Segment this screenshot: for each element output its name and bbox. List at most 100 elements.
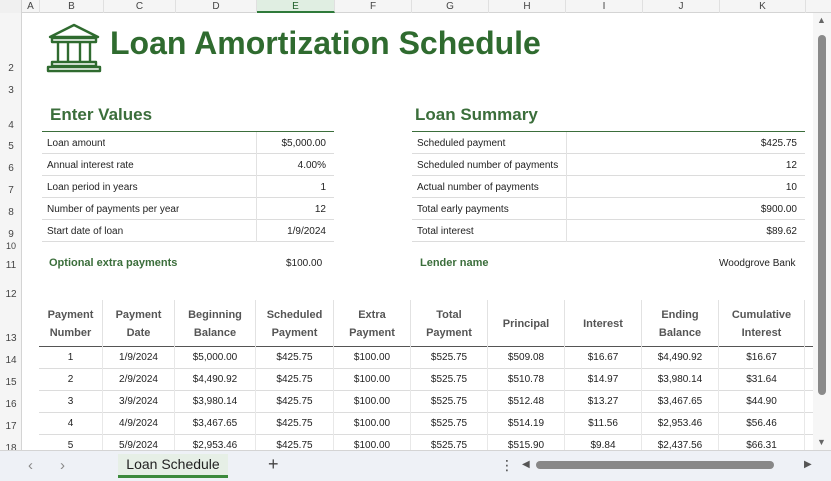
cell-cumulative-interest[interactable]: $44.90 [719,391,805,413]
row-header[interactable]: 10 [0,241,21,251]
extra-payments-value[interactable]: $100.00 [286,258,322,269]
cell-extra-payment[interactable]: $100.00 [334,369,411,391]
cell-total-payment[interactable]: $525.75 [411,391,488,413]
input-value[interactable]: 1 [320,182,326,193]
row-header[interactable]: 14 [0,355,21,366]
cell-extra-payment[interactable]: $100.00 [334,391,411,413]
add-sheet-icon[interactable]: + [268,454,279,475]
select-all-corner[interactable] [0,0,22,13]
input-row-payments-per-year[interactable]: Number of payments per year 12 [42,198,334,220]
row-header[interactable]: 7 [0,185,21,196]
cell-total-payment[interactable]: $525.75 [411,369,488,391]
cell-beginning-balance[interactable]: $3,467.65 [175,413,256,435]
row-header[interactable]: 6 [0,163,21,174]
cell-scheduled-payment[interactable]: $425.75 [256,413,334,435]
cell-interest[interactable]: $13.27 [565,391,642,413]
cell-ending-balance[interactable]: $4,490.92 [642,347,719,369]
cell-cumulative-interest[interactable]: $56.46 [719,413,805,435]
cell-interest[interactable]: $11.56 [565,413,642,435]
column-header-h[interactable]: H [489,0,566,13]
scroll-up-icon[interactable]: ▲ [817,15,826,25]
row-header[interactable]: 8 [0,207,21,218]
scroll-right-icon[interactable]: ▶ [804,459,812,470]
cell-cumulative-interest[interactable]: $66.31 [719,435,805,450]
column-header-d[interactable]: D [176,0,257,13]
input-row-loan-period[interactable]: Loan period in years 1 [42,176,334,198]
input-value[interactable]: $5,000.00 [282,138,327,149]
cell-beginning-balance[interactable]: $2,953.46 [175,435,256,450]
cell-beginning-balance[interactable]: $4,490.92 [175,369,256,391]
column-header-a[interactable]: A [22,0,40,13]
next-sheet-icon[interactable]: › [60,457,65,474]
scroll-down-icon[interactable]: ▼ [817,437,826,447]
row-header[interactable]: 18 [0,443,21,450]
cell-scheduled-payment[interactable]: $425.75 [256,347,334,369]
row-header[interactable]: 11 [0,260,21,271]
input-row-interest-rate[interactable]: Annual interest rate 4.00% [42,154,334,176]
cell-payment-date[interactable]: 4/9/2024 [103,413,175,435]
row-header[interactable]: 4 [0,120,21,131]
cell-cumulative-interest[interactable]: $31.64 [719,369,805,391]
row-header[interactable]: 15 [0,377,21,388]
cell-principal[interactable]: $510.78 [488,369,565,391]
cell-beginning-balance[interactable]: $3,980.14 [175,391,256,413]
scroll-left-icon[interactable]: ◀ [522,459,530,470]
vertical-scrollbar[interactable]: ▲ ▼ [813,13,831,450]
worksheet-grid[interactable]: Loan Amortization Schedule Enter Values … [22,13,813,450]
cell-interest[interactable]: $16.67 [565,347,642,369]
input-value[interactable]: 1/9/2024 [287,226,326,237]
cell-scheduled-payment[interactable]: $425.75 [256,391,334,413]
cell-scheduled-payment[interactable]: $425.75 [256,369,334,391]
input-value[interactable]: 4.00% [298,160,326,171]
cell-extra-payment[interactable]: $100.00 [334,347,411,369]
cell-payment-number[interactable]: 1 [39,347,103,369]
row-header[interactable]: 16 [0,399,21,410]
cell-payment-date[interactable]: 3/9/2024 [103,391,175,413]
cell-principal[interactable]: $512.48 [488,391,565,413]
cell-ending-balance[interactable]: $2,953.46 [642,413,719,435]
row-header[interactable]: 13 [0,333,21,344]
lender-name-value[interactable]: Woodgrove Bank [719,258,796,269]
cell-cumulative-interest[interactable]: $16.67 [719,347,805,369]
row-header[interactable]: 12 [0,289,21,300]
cell-total-payment[interactable]: $525.75 [411,435,488,450]
cell-ending-balance[interactable]: $2,437.56 [642,435,719,450]
cell-interest[interactable]: $14.97 [565,369,642,391]
cell-principal[interactable]: $515.90 [488,435,565,450]
row-header[interactable]: 17 [0,421,21,432]
previous-sheet-icon[interactable]: ‹ [28,457,33,474]
tab-loan-schedule[interactable]: Loan Schedule [118,454,228,478]
cell-payment-number[interactable]: 3 [39,391,103,413]
cell-total-payment[interactable]: $525.75 [411,347,488,369]
more-options-icon[interactable]: ⋮ [500,457,514,474]
input-row-loan-amount[interactable]: Loan amount $5,000.00 [42,132,334,154]
cell-extra-payment[interactable]: $100.00 [334,435,411,450]
horizontal-scroll-thumb[interactable] [536,461,774,469]
cell-payment-date[interactable]: 2/9/2024 [103,369,175,391]
vertical-scroll-thumb[interactable] [818,35,826,395]
horizontal-scrollbar[interactable] [534,460,802,470]
cell-ending-balance[interactable]: $3,467.65 [642,391,719,413]
column-header-i[interactable]: I [566,0,643,13]
cell-interest[interactable]: $9.84 [565,435,642,450]
cell-principal[interactable]: $514.19 [488,413,565,435]
cell-payment-date[interactable]: 1/9/2024 [103,347,175,369]
cell-payment-number[interactable]: 5 [39,435,103,450]
row-header[interactable]: 9 [0,229,21,240]
row-header[interactable]: 5 [0,141,21,152]
column-header-k[interactable]: K [720,0,806,13]
column-header-c[interactable]: C [104,0,176,13]
input-value[interactable]: 12 [315,204,326,215]
cell-payment-number[interactable]: 2 [39,369,103,391]
cell-scheduled-payment[interactable]: $425.75 [256,435,334,450]
cell-extra-payment[interactable]: $100.00 [334,413,411,435]
column-header-f[interactable]: F [335,0,412,13]
cell-total-payment[interactable]: $525.75 [411,413,488,435]
cell-payment-date[interactable]: 5/9/2024 [103,435,175,450]
column-header-j[interactable]: J [643,0,720,13]
cell-payment-number[interactable]: 4 [39,413,103,435]
cell-beginning-balance[interactable]: $5,000.00 [175,347,256,369]
cell-ending-balance[interactable]: $3,980.14 [642,369,719,391]
row-header[interactable]: 3 [0,85,21,96]
column-header-e[interactable]: E [257,0,335,13]
